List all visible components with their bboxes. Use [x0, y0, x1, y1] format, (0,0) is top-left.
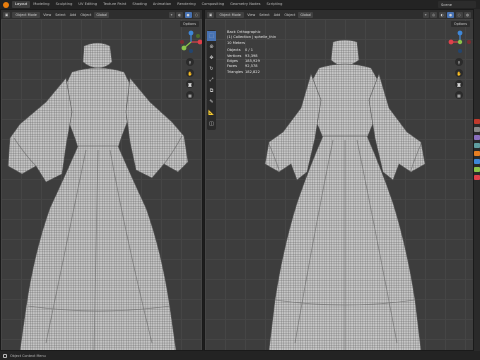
object-menu[interactable]: Object [283, 13, 296, 17]
workspace-tab-layout[interactable]: Layout [12, 1, 31, 8]
editor-type-button[interactable]: ▣ [3, 11, 11, 18]
modifier-tab-icon[interactable] [474, 159, 480, 164]
pan-hand-icon[interactable]: ✋ [455, 69, 463, 77]
viewport-header: ▣ Object Mode View Select Add Object Glo… [1, 10, 202, 19]
scale-icon[interactable]: ⤢ [207, 75, 216, 85]
shading-solid-icon[interactable]: ● [184, 11, 192, 18]
move-icon[interactable]: ✥ [207, 53, 216, 63]
mode-select[interactable]: Object Mode [216, 11, 245, 18]
viewport-header: ▣ Object Mode View Select Add Object Glo… [205, 10, 473, 19]
object-tab-icon[interactable] [474, 151, 480, 156]
overlay-icon[interactable]: ◐ [176, 11, 184, 18]
physics-tab-icon[interactable] [474, 167, 480, 172]
shading-rendered-icon[interactable]: ◍ [464, 11, 471, 18]
overlay-icon[interactable]: ◐ [438, 11, 446, 18]
scene-tab-icon[interactable] [474, 143, 480, 148]
cursor-icon[interactable]: ⊕ [207, 42, 216, 52]
top-menu-bar: Layout Modeling Sculpting UV Editing Texture… [0, 0, 480, 9]
dress-mesh-back[interactable] [245, 38, 445, 351]
stat-label: Triangles [227, 69, 243, 74]
workspace-tab-compositing[interactable]: Compositing [199, 1, 228, 8]
shading-solid-icon[interactable]: ● [447, 11, 455, 18]
add-menu[interactable]: Add [273, 13, 282, 17]
workspace-tabs: Layout Modeling Sculpting UV Editing Texture… [12, 1, 285, 8]
shading-material-icon[interactable]: ○ [455, 11, 463, 18]
workspace-tab-scripting[interactable]: Scripting [263, 1, 285, 8]
grid-icon[interactable]: ▦ [455, 91, 463, 99]
workspace-tab-texture-paint[interactable]: Texture Paint [100, 1, 129, 8]
material-tab-icon[interactable] [474, 175, 480, 180]
navigation-controls: ⚲ ✋ ◙ ▦ [455, 58, 463, 99]
workspace-tab-uv-editing[interactable]: UV Editing [75, 1, 100, 8]
camera-view-icon[interactable]: ◙ [455, 80, 463, 88]
workspace-tab-rendering[interactable]: Rendering [174, 1, 198, 8]
snap-icon[interactable]: ⌖ [422, 11, 429, 18]
select-menu[interactable]: Select [54, 13, 66, 17]
transform-orientation-select[interactable]: Global [94, 11, 110, 18]
blender-logo-icon[interactable] [3, 1, 9, 8]
status-hint: Object Context Menu [10, 353, 46, 358]
workspace-tab-sculpting[interactable]: Sculpting [53, 1, 76, 8]
select-box-icon[interactable]: ⬚ [207, 31, 216, 41]
workspace-tab-geometry-nodes[interactable]: Geometry Nodes [227, 1, 263, 8]
viewport-right[interactable]: ▣ Object Mode View Select Add Object Glo… [204, 9, 474, 351]
mode-select[interactable]: Object Mode [12, 11, 41, 18]
status-bar: Object Context Menu [0, 351, 480, 360]
snap-icon[interactable]: ⌖ [168, 11, 175, 18]
editor-type-button[interactable]: ▣ [207, 11, 215, 18]
output-tab-icon[interactable] [474, 135, 480, 140]
transform-orientation-select[interactable]: Global [298, 11, 314, 18]
scene-name: Scene [441, 2, 452, 7]
tool-shelf: ⬚ ⊕ ✥ ↻ ⤢ ⧉ ✎ 📐 ◫ [207, 30, 216, 130]
dress-mesh-front[interactable] [6, 38, 191, 351]
transform-icon[interactable]: ⧉ [207, 86, 216, 96]
tool-tab-icon[interactable] [474, 119, 480, 124]
properties-tab-strip [474, 9, 480, 351]
scene-selector[interactable]: Scene [438, 1, 476, 8]
workspace-tab-shading[interactable]: Shading [129, 1, 150, 8]
annotate-icon[interactable]: ✎ [207, 97, 216, 107]
view-menu[interactable]: View [42, 13, 52, 17]
rotate-icon[interactable]: ↻ [207, 64, 216, 74]
add-cube-icon[interactable]: ◫ [207, 119, 216, 129]
options-button[interactable]: Options [450, 21, 470, 27]
viewport-left[interactable]: ▣ Object Mode View Select Add Object Glo… [0, 9, 203, 351]
workspace-tab-animation[interactable]: Animation [150, 1, 174, 8]
options-button[interactable]: Options [179, 21, 199, 27]
render-tab-icon[interactable] [474, 127, 480, 132]
proportional-edit-icon[interactable]: ◎ [430, 11, 438, 18]
view-menu[interactable]: View [246, 13, 256, 17]
zoom-icon[interactable]: ⚲ [455, 58, 463, 66]
measure-icon[interactable]: 📐 [207, 108, 216, 118]
mouse-right-icon [3, 353, 7, 358]
add-menu[interactable]: Add [69, 13, 78, 17]
select-menu[interactable]: Select [258, 13, 270, 17]
object-menu[interactable]: Object [79, 13, 92, 17]
workspace-tab-modeling[interactable]: Modeling [30, 1, 52, 8]
shading-material-icon[interactable]: ○ [193, 11, 200, 18]
navigation-gizmo-icon[interactable] [448, 30, 472, 54]
